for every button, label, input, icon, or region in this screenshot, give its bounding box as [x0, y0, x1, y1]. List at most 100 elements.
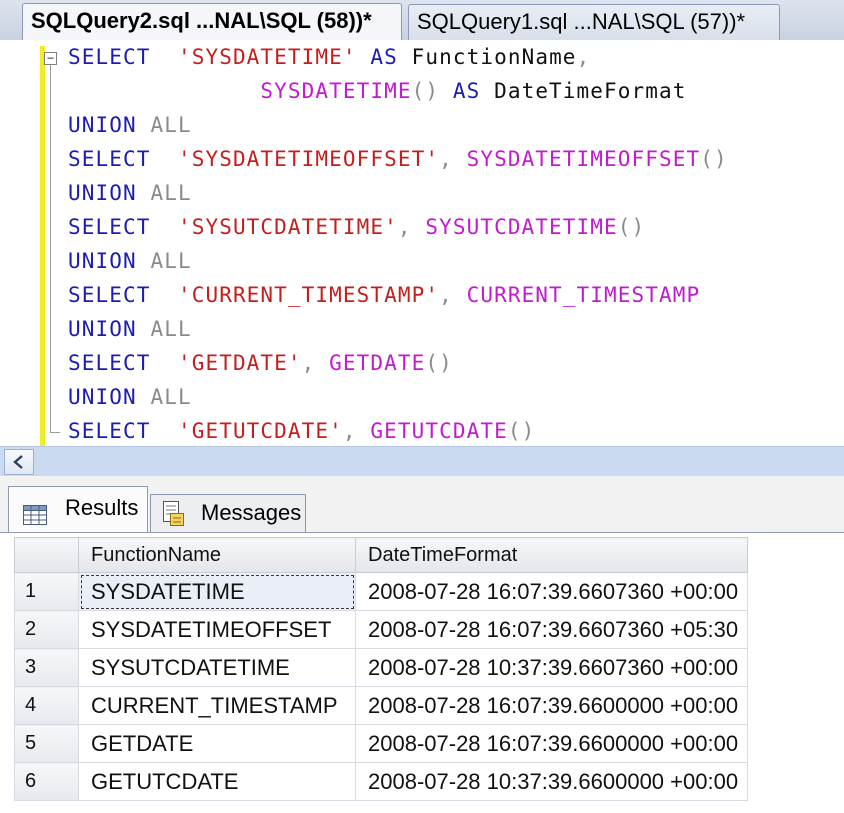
table-row[interactable]: 3 SYSUTCDATETIME 2008-07-28 10:37:39.66073… — [14, 648, 748, 687]
row-number-cell[interactable]: 1 — [14, 572, 79, 611]
function-name-cell[interactable]: SYSDATETIMEOFFSET — [78, 610, 356, 649]
code-token: UNION — [68, 181, 137, 205]
code-token: SYSDATETIMEOFFSET — [466, 147, 701, 171]
code-token: SYSDATETIME — [260, 79, 412, 103]
sql-editor[interactable]: − SELECT 'SYSDATETIME' AS FunctionName, … — [0, 40, 844, 446]
editor-horizontal-scrollbar[interactable] — [0, 446, 844, 477]
results-tab-label: Results — [65, 495, 139, 520]
code-line[interactable]: SYSDATETIME() AS DateTimeFormat — [68, 74, 728, 108]
scroll-left-button[interactable] — [4, 449, 34, 475]
code-token: , — [342, 419, 371, 443]
code-token: SYSUTCDATETIME — [425, 215, 618, 239]
row-number-cell[interactable]: 5 — [14, 724, 79, 763]
code-line[interactable]: SELECT 'SYSDATETIMEOFFSET', SYSDATETIMEO… — [68, 142, 728, 176]
datetime-format-cell[interactable]: 2008-07-28 16:07:39.6607360 +00:00 — [355, 572, 748, 611]
code-line[interactable]: UNION ALL — [68, 380, 728, 414]
code-token: UNION — [68, 249, 137, 273]
tab-results[interactable]: Results — [8, 486, 148, 532]
code-token: SELECT — [68, 215, 151, 239]
code-line[interactable]: SELECT 'SYSUTCDATETIME', SYSUTCDATETIME(… — [68, 210, 728, 244]
code-line[interactable]: SELECT 'GETUTCDATE', GETUTCDATE() — [68, 414, 728, 448]
code-line[interactable]: UNION ALL — [68, 108, 728, 142]
table-row[interactable]: 6 GETUTCDATE 2008-07-28 10:37:39.6600000 +… — [14, 762, 748, 801]
code-line[interactable]: SELECT 'SYSDATETIME' AS FunctionName, — [68, 40, 728, 74]
code-token: 'SYSDATETIMEOFFSET' — [177, 147, 440, 171]
function-name-cell[interactable]: SYSUTCDATETIME — [78, 648, 356, 687]
outline-line — [50, 65, 51, 433]
datetime-format-cell[interactable]: 2008-07-28 10:37:39.6607360 +00:00 — [355, 648, 748, 687]
code-token: ALL — [150, 181, 192, 205]
code-token: () — [617, 215, 646, 239]
row-number-cell[interactable]: 3 — [14, 648, 79, 687]
code-token: CURRENT_TIMESTAMP — [466, 283, 701, 307]
code-line[interactable]: UNION ALL — [68, 176, 728, 210]
table-row[interactable]: 2 SYSDATETIMEOFFSET 2008-07-28 16:07:39.66… — [14, 610, 748, 649]
code-token: AS — [370, 45, 398, 69]
tab-sqlquery1[interactable]: SQLQuery1.sql ...NAL\SQL (57))* — [408, 4, 780, 40]
code-token: 'SYSUTCDATETIME' — [177, 215, 398, 239]
grid-corner-cell[interactable] — [14, 537, 79, 573]
code-token: , — [439, 147, 467, 171]
code-token: 'GETDATE' — [177, 351, 302, 375]
datetime-format-cell[interactable]: 2008-07-28 16:07:39.6600000 +00:00 — [355, 724, 748, 763]
code-token: ALL — [150, 385, 192, 409]
code-token: AS — [452, 79, 481, 103]
table-row[interactable]: 1 SYSDATETIME 2008-07-28 16:07:39.6607360 … — [14, 572, 748, 611]
table-row[interactable]: 5 GETDATE 2008-07-28 16:07:39.6600000 +00:… — [14, 724, 748, 763]
code-line[interactable]: SELECT 'GETDATE', GETDATE() — [68, 346, 728, 380]
code-token: FunctionName — [397, 45, 577, 69]
datetime-format-cell[interactable]: 2008-07-28 16:07:39.6600000 +00:00 — [355, 686, 748, 725]
collapse-icon[interactable]: − — [44, 52, 57, 65]
code-text[interactable]: SELECT 'SYSDATETIME' AS FunctionName, SY… — [68, 40, 728, 448]
code-token: SELECT — [68, 351, 151, 375]
results-grid-area: FunctionName DateTimeFormat 1 SYSDATETIME… — [0, 532, 844, 813]
code-token: UNION — [68, 385, 137, 409]
code-token: ALL — [150, 113, 192, 137]
column-header-datetimeformat[interactable]: DateTimeFormat — [355, 537, 748, 573]
code-token: () — [700, 147, 728, 171]
code-line[interactable]: UNION ALL — [68, 244, 728, 278]
code-token: () — [425, 351, 453, 375]
datetime-format-cell[interactable]: 2008-07-28 10:37:39.6600000 +00:00 — [355, 762, 748, 801]
column-header-functionname[interactable]: FunctionName — [78, 537, 356, 573]
code-token: ALL — [150, 249, 192, 273]
row-number-cell[interactable]: 4 — [14, 686, 79, 725]
tab-sqlquery2[interactable]: SQLQuery2.sql ...NAL\SQL (58))* — [22, 3, 402, 41]
row-number-cell[interactable]: 6 — [14, 762, 79, 801]
code-token: 'SYSDATETIME' — [177, 45, 357, 69]
code-token: UNION — [68, 317, 137, 341]
code-token: , — [439, 283, 467, 307]
code-token: SELECT — [68, 283, 151, 307]
code-token: SELECT — [68, 419, 151, 443]
query-tab-strip: SQLQuery2.sql ...NAL\SQL (58))* SQLQuery… — [0, 0, 844, 41]
function-name-cell[interactable]: GETDATE — [78, 724, 356, 763]
code-token: 'CURRENT_TIMESTAMP' — [177, 283, 440, 307]
code-line[interactable]: SELECT 'CURRENT_TIMESTAMP', CURRENT_TIME… — [68, 278, 728, 312]
change-tracking-bar — [40, 46, 45, 446]
datetime-format-cell[interactable]: 2008-07-28 16:07:39.6607360 +05:30 — [355, 610, 748, 649]
code-token: () — [411, 79, 440, 103]
code-token: UNION — [68, 113, 137, 137]
code-token: SELECT — [68, 45, 151, 69]
function-name-cell[interactable]: SYSDATETIME — [78, 572, 356, 611]
chevron-left-icon — [13, 455, 23, 469]
code-token: SELECT — [68, 147, 151, 171]
table-row[interactable]: 4 CURRENT_TIMESTAMP 2008-07-28 16:07:39.66… — [14, 686, 748, 725]
messages-tab-label: Messages — [201, 500, 302, 525]
function-name-cell[interactable]: CURRENT_TIMESTAMP — [78, 686, 356, 725]
code-token: ALL — [150, 317, 192, 341]
tab-messages[interactable]: Messages — [150, 494, 306, 532]
code-line[interactable]: UNION ALL — [68, 312, 728, 346]
function-name-cell[interactable]: GETUTCDATE — [78, 762, 356, 801]
row-number-cell[interactable]: 2 — [14, 610, 79, 649]
